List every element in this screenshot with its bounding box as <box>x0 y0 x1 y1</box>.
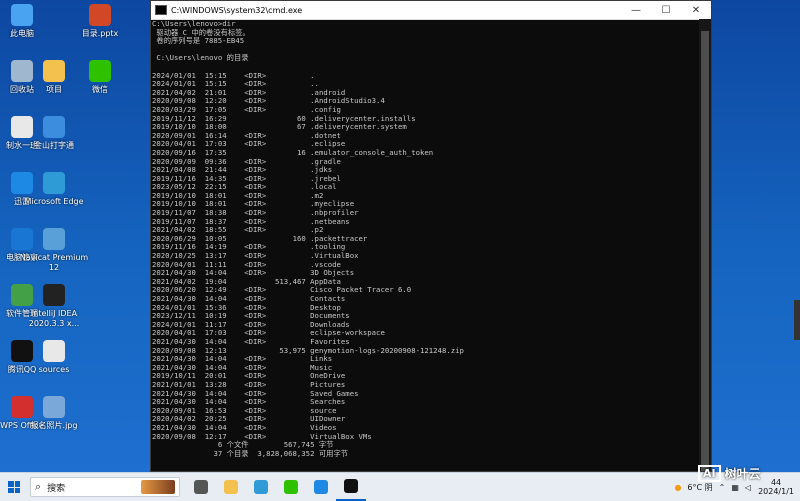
desktop-icon[interactable]: 报名照片.jpg <box>18 396 90 431</box>
close-button[interactable]: ✕ <box>681 1 711 19</box>
cmd-line: C:\Users\lenovo 的目录 <box>152 53 249 63</box>
wechat-icon <box>89 60 111 82</box>
taskbar-app[interactable] <box>186 473 216 501</box>
desktop-icon[interactable]: Microsoft Edge <box>18 172 90 207</box>
desktop-icon-label: 报名照片.jpg <box>30 421 78 430</box>
desktop-icon-label: sources <box>38 365 70 374</box>
taskbar-app[interactable] <box>276 473 306 501</box>
desktop-icon-label: 金山打字通 <box>34 141 74 150</box>
scrollbar-thumb[interactable] <box>701 31 709 471</box>
document-icon <box>43 340 65 362</box>
wechat-icon <box>284 480 298 494</box>
taskbar-apps <box>186 473 366 501</box>
qq-icon <box>314 480 328 494</box>
desktop-icon-label: Microsoft Edge <box>24 197 84 206</box>
computer-icon <box>11 4 33 26</box>
windows-logo-icon <box>8 481 20 493</box>
jinshan-icon <box>43 116 65 138</box>
desktop-icon[interactable]: Navicat Premium 12 <box>18 228 90 273</box>
cmd-scrollbar[interactable] <box>699 19 711 471</box>
taskbar-search[interactable]: ⌕ 搜索 <box>30 477 180 497</box>
taskbar-app[interactable] <box>306 473 336 501</box>
search-icon: ⌕ <box>35 480 42 493</box>
cmd-titlebar[interactable]: C:\WINDOWS\system32\cmd.exe — ☐ ✕ <box>151 1 711 20</box>
taskbar-app[interactable] <box>336 473 366 501</box>
taskbar-app[interactable] <box>216 473 246 501</box>
desktop-icon[interactable]: 微信 <box>64 60 136 95</box>
taskbar-app[interactable] <box>246 473 276 501</box>
maximize-button[interactable]: ☐ <box>651 1 681 19</box>
desktop-icon[interactable]: sources <box>18 340 90 375</box>
desktop-icon[interactable]: 目录.pptx <box>64 4 136 39</box>
desktop-icon-label: 此电脑 <box>10 29 34 38</box>
cmd-line: 37 个目录 3,828,068,352 可用字节 <box>152 448 349 458</box>
desktop-icon-label: IntelliJ IDEA 2020.3.3 x... <box>28 309 80 328</box>
task-view-icon <box>194 480 208 494</box>
desktop-icon[interactable]: 金山打字通 <box>18 116 90 151</box>
search-label: 搜索 <box>47 483 66 494</box>
cmd-window[interactable]: C:\WINDOWS\system32\cmd.exe — ☐ ✕ C:\Use… <box>150 0 712 472</box>
desktop-icon-label: 微信 <box>92 85 108 94</box>
desktop-icon-label: 目录.pptx <box>81 29 119 38</box>
weather-icon[interactable]: ● <box>674 483 681 492</box>
window-edge <box>794 300 800 340</box>
desktop-icon[interactable]: IntelliJ IDEA 2020.3.3 x... <box>18 284 90 329</box>
edge-icon <box>254 480 268 494</box>
desktop-icon[interactable]: 此电脑 <box>0 4 58 39</box>
desktop-icon-label: Navicat Premium 12 <box>19 253 89 272</box>
cmd-line: 卷的序列号是 7885-EB45 <box>152 36 245 46</box>
pptx-icon <box>89 4 111 26</box>
watermark-text: 树叶云 <box>724 466 761 481</box>
intellij-icon <box>43 284 65 306</box>
edge-icon <box>43 172 65 194</box>
start-button[interactable] <box>0 473 28 501</box>
folder-icon <box>43 60 65 82</box>
watermark: AI 树叶云 <box>698 456 794 490</box>
navicat-icon <box>43 228 65 250</box>
desktop: 此电脑 目录.pptx 回收站 项目 微信 制水一班 金山打字通 迅雷 Microsoft Ed… <box>0 0 800 472</box>
taskbar: ⌕ 搜索 ● 6°C 阴 ⌃ ▦ ◁ 44 2024/1/1 <box>0 472 800 501</box>
minimize-button[interactable]: — <box>621 1 651 19</box>
file-explorer-icon <box>224 480 238 494</box>
cmd-icon <box>344 479 358 493</box>
window-title: C:\WINDOWS\system32\cmd.exe <box>171 5 303 15</box>
watermark-logo: AI <box>698 464 721 482</box>
search-highlight-image <box>141 480 175 494</box>
photo-icon <box>43 396 65 418</box>
cmd-output[interactable]: C:\Users\lenovo>dir 驱动器 C 中的卷没有标签。 卷的序列号… <box>151 19 699 471</box>
cmd-icon <box>155 5 167 15</box>
